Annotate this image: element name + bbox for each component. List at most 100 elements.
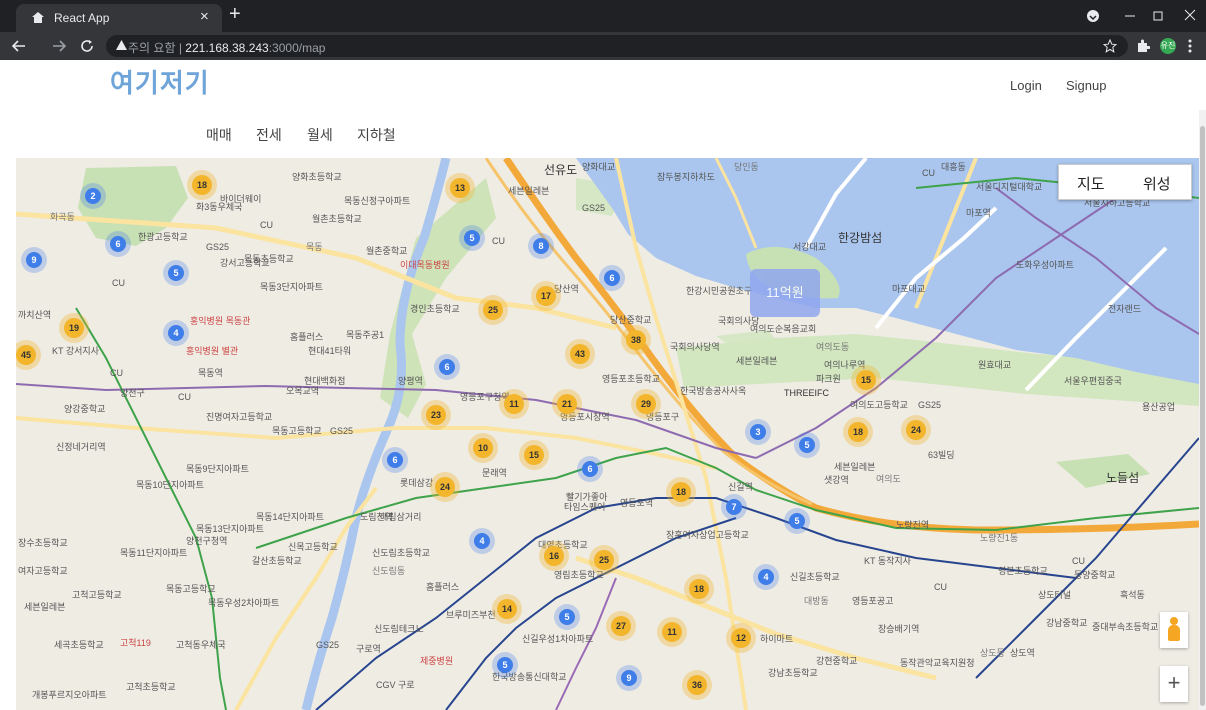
cluster-marker-yellow[interactable]: 23 bbox=[421, 400, 451, 430]
cluster-marker-yellow[interactable]: 15 bbox=[851, 365, 881, 395]
map-type-map[interactable]: 지도 bbox=[1077, 173, 1105, 194]
extensions-icon[interactable] bbox=[1136, 39, 1150, 53]
map-label: 홈플러스 bbox=[426, 581, 459, 592]
menu-sale[interactable]: 매매 bbox=[206, 125, 232, 145]
map-view[interactable]: 선유도 양화대교 세븐일레븐 GS25 잠두봉지하차도 당인동 한강밤섬 서강대교 마포대교 원효… bbox=[16, 158, 1199, 710]
map-label: 양천구청역 bbox=[186, 536, 227, 546]
minimize-icon[interactable] bbox=[1124, 10, 1136, 22]
cluster-count: 7 bbox=[731, 502, 736, 512]
close-tab-icon[interactable]: × bbox=[200, 8, 209, 25]
cluster-marker-blue[interactable]: 4 bbox=[753, 564, 779, 590]
cluster-marker-yellow[interactable]: 21 bbox=[552, 389, 582, 419]
reload-icon[interactable] bbox=[80, 39, 94, 53]
menu-jeonse[interactable]: 전세 bbox=[256, 125, 282, 145]
cluster-marker-yellow[interactable]: 15 bbox=[519, 440, 549, 470]
cluster-marker-yellow[interactable]: 13 bbox=[445, 173, 475, 203]
street-view-button[interactable] bbox=[1160, 612, 1188, 648]
menu-subway[interactable]: 지하철 bbox=[357, 125, 396, 145]
cluster-marker-yellow[interactable]: 14 bbox=[492, 594, 522, 624]
cluster-marker-yellow[interactable]: 10 bbox=[468, 433, 498, 463]
map-label: 홍익병원 목동관 bbox=[190, 315, 250, 326]
cluster-marker-blue[interactable]: 5 bbox=[784, 508, 810, 534]
map-label: 동양중학교 bbox=[1074, 570, 1115, 580]
cluster-marker-blue[interactable]: 4 bbox=[469, 528, 495, 554]
site-logo[interactable]: 여기저기 bbox=[110, 63, 210, 100]
map-label: 장훈여자상업고등학교 bbox=[666, 529, 749, 540]
login-link[interactable]: Login bbox=[1010, 78, 1042, 93]
cluster-marker-blue[interactable]: 8 bbox=[528, 233, 554, 259]
cluster-marker-yellow[interactable]: 18 bbox=[684, 574, 714, 604]
browser-tab[interactable]: React App × bbox=[16, 4, 222, 32]
map-label: 목동우성2차아파트 bbox=[208, 597, 279, 608]
back-icon[interactable] bbox=[12, 40, 26, 52]
map-type-satellite[interactable]: 위성 bbox=[1143, 173, 1171, 194]
cluster-marker-yellow[interactable]: 45 bbox=[16, 340, 41, 370]
map-canvas[interactable]: 선유도 양화대교세븐일레븐 GS25 잠두봉지하차도 당인동한강밤섬서강대교마포대교원효… bbox=[16, 158, 1199, 710]
map-label: 문래역 bbox=[482, 468, 507, 478]
cluster-marker-blue[interactable]: 5 bbox=[794, 432, 820, 458]
cluster-marker-blue[interactable]: 9 bbox=[616, 665, 642, 691]
browser-menu-icon[interactable] bbox=[1188, 39, 1192, 53]
cluster-marker-blue[interactable]: 5 bbox=[163, 260, 189, 286]
restore-icon[interactable] bbox=[1152, 10, 1164, 22]
map-label: 목동고등학교 bbox=[166, 584, 216, 594]
new-tab-button[interactable]: + bbox=[229, 3, 241, 26]
menu-monthly-rent[interactable]: 월세 bbox=[307, 125, 333, 145]
map-label: 롯데삼강 bbox=[400, 478, 433, 488]
map-label: 신길초등학교 bbox=[790, 572, 840, 582]
cluster-marker-blue[interactable]: 6 bbox=[105, 231, 131, 257]
bookmark-star-icon[interactable] bbox=[1103, 39, 1117, 53]
cluster-marker-yellow[interactable]: 27 bbox=[606, 611, 636, 641]
cluster-marker-blue[interactable]: 6 bbox=[382, 447, 408, 473]
tab-title: React App bbox=[54, 11, 110, 25]
cluster-count: 19 bbox=[69, 323, 79, 333]
media-control-icon[interactable] bbox=[1086, 9, 1100, 23]
cluster-marker-yellow[interactable]: 24 bbox=[901, 415, 931, 445]
profile-avatar[interactable]: 유진 bbox=[1160, 38, 1176, 54]
cluster-marker-yellow[interactable]: 29 bbox=[631, 389, 661, 419]
map-label: 고척119 bbox=[120, 638, 151, 648]
cluster-count: 14 bbox=[502, 604, 512, 614]
cluster-marker-yellow[interactable]: 11 bbox=[499, 389, 529, 419]
signup-link[interactable]: Signup bbox=[1066, 78, 1106, 93]
map-label: 구로역 bbox=[356, 644, 381, 654]
close-window-icon[interactable] bbox=[1184, 9, 1196, 21]
zoom-in-button[interactable]: + bbox=[1160, 666, 1188, 702]
cluster-marker-yellow[interactable]: 19 bbox=[59, 313, 89, 343]
cluster-marker-yellow[interactable]: 25 bbox=[589, 545, 619, 575]
map-label: 잠두봉지하차도 bbox=[657, 171, 715, 182]
cluster-marker-yellow[interactable]: 24 bbox=[430, 472, 460, 502]
cluster-marker-blue[interactable]: 5 bbox=[492, 652, 518, 678]
map-label: 서울우편집중국 bbox=[1064, 375, 1122, 386]
price-overlay[interactable]: 11억원 bbox=[750, 269, 820, 317]
cluster-marker-blue[interactable]: 6 bbox=[434, 354, 460, 380]
cluster-count: 4 bbox=[479, 536, 484, 546]
cluster-marker-blue[interactable]: 6 bbox=[577, 456, 603, 482]
cluster-marker-yellow[interactable]: 16 bbox=[539, 541, 569, 571]
cluster-marker-yellow[interactable]: 38 bbox=[621, 325, 651, 355]
map-label: 여의도동 bbox=[816, 341, 849, 352]
address-bar[interactable]: 주의 요함 | 221.168.38.243:3000/map bbox=[106, 35, 1128, 57]
forward-icon[interactable] bbox=[52, 40, 66, 52]
cluster-marker-yellow[interactable]: 43 bbox=[565, 339, 595, 369]
cluster-marker-blue[interactable]: 5 bbox=[554, 604, 580, 630]
map-type-control[interactable]: 지도 위성 bbox=[1058, 164, 1192, 200]
cluster-marker-blue[interactable]: 3 bbox=[745, 419, 771, 445]
cluster-marker-yellow[interactable]: 18 bbox=[187, 170, 217, 200]
cluster-marker-yellow[interactable]: 11 bbox=[657, 617, 687, 647]
cluster-marker-yellow[interactable]: 36 bbox=[682, 670, 712, 700]
cluster-marker-yellow[interactable]: 18 bbox=[666, 477, 696, 507]
cluster-marker-blue[interactable]: 2 bbox=[80, 183, 106, 209]
scrollbar-thumb[interactable] bbox=[1200, 126, 1205, 706]
cluster-marker-blue[interactable]: 5 bbox=[459, 225, 485, 251]
cluster-marker-yellow[interactable]: 12 bbox=[726, 623, 756, 653]
cluster-marker-blue[interactable]: 7 bbox=[721, 494, 747, 520]
cluster-marker-yellow[interactable]: 25 bbox=[478, 295, 508, 325]
cluster-marker-blue[interactable]: 9 bbox=[21, 247, 47, 273]
cluster-marker-blue[interactable]: 6 bbox=[599, 265, 625, 291]
cluster-marker-yellow[interactable]: 18 bbox=[843, 417, 873, 447]
map-label: GS25 bbox=[918, 400, 941, 410]
map-label: 중대부속초등학교 bbox=[1092, 622, 1158, 632]
cluster-marker-blue[interactable]: 4 bbox=[163, 320, 189, 346]
cluster-marker-yellow[interactable]: 17 bbox=[531, 281, 561, 311]
